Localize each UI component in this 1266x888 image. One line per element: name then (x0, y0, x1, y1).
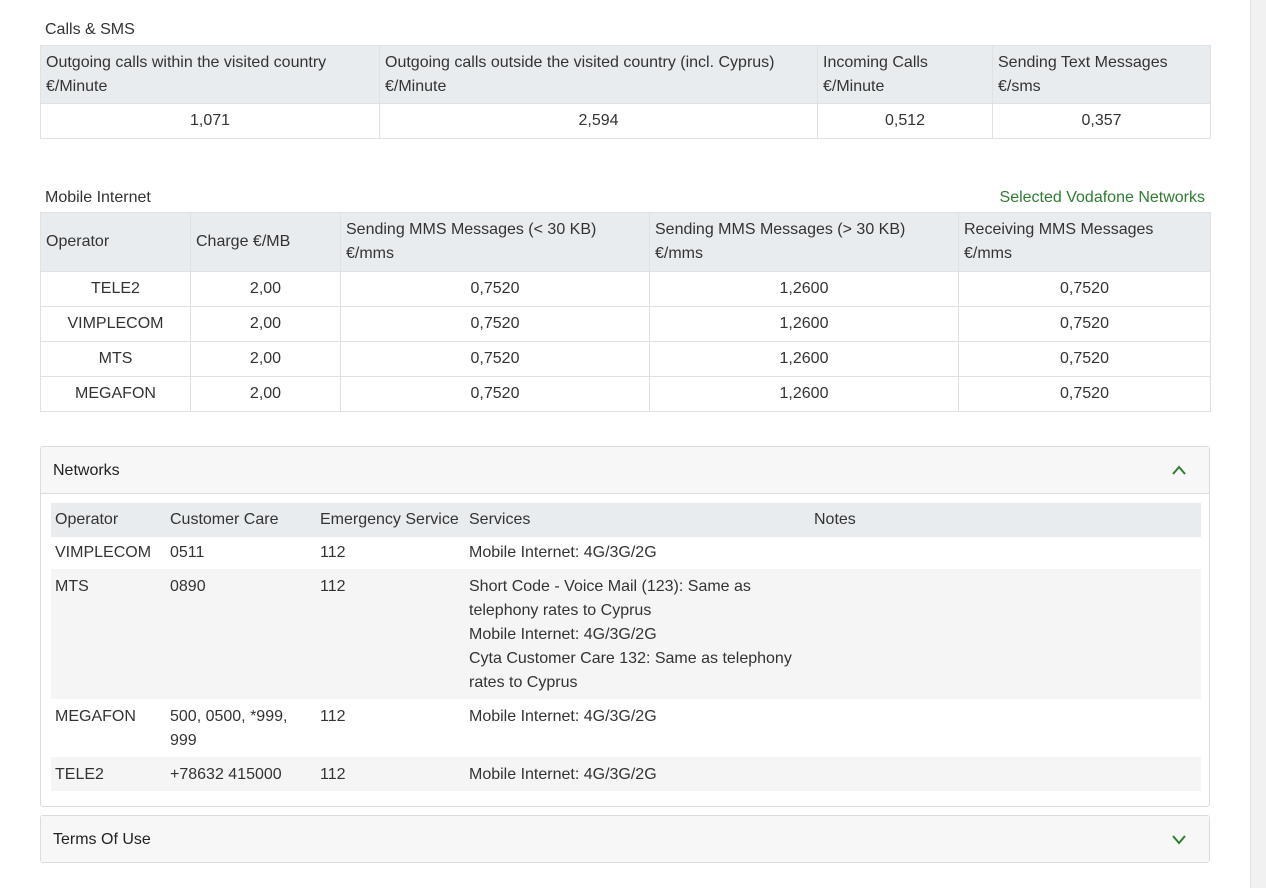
table-row: MEGAFON 2,00 0,7520 1,2600 0,7520 (40, 376, 1211, 412)
value-outgoing-outside: 2,594 (379, 103, 818, 139)
page-scrollbar[interactable] (1250, 0, 1266, 888)
selected-vodafone-networks-link[interactable]: Selected Vodafone Networks (1000, 189, 1205, 207)
table-row: TELE2 +78632 415000 112 Mobile Internet:… (51, 757, 1201, 791)
table-row: TELE2 2,00 0,7520 1,2600 0,7520 (40, 271, 1211, 307)
networks-table: Operator Customer Care Emergency Service… (51, 503, 1201, 791)
header-outgoing-within: Outgoing calls within the visited countr… (40, 45, 380, 104)
services-cell: Mobile Internet: 4G/3G/2G (465, 699, 810, 757)
header-sending-sms: Sending Text Messages €/sms (992, 45, 1211, 104)
mms-receiving-cell: 0,7520 (958, 376, 1211, 412)
header-mms-large: Sending MMS Messages (> 30 KB) €/mms (649, 212, 959, 272)
header-incoming-calls: Incoming Calls €/Minute (817, 45, 993, 104)
table-row: MEGAFON 500, 0500, *999, 999 112 Mobile … (51, 699, 1201, 757)
header-operator: Operator (51, 503, 166, 537)
customer-care-cell: 0890 (166, 569, 316, 699)
charge-cell: 2,00 (190, 306, 341, 342)
header-mms-receiving: Receiving MMS Messages €/mms (958, 212, 1211, 272)
notes-cell (810, 537, 1201, 569)
customer-care-cell: +78632 415000 (166, 757, 316, 791)
table-row: MTS 2,00 0,7520 1,2600 0,7520 (40, 341, 1211, 377)
operator-cell: MEGAFON (51, 699, 166, 757)
networks-panel-header[interactable]: Networks (41, 447, 1209, 494)
mms-receiving-cell: 0,7520 (958, 306, 1211, 342)
operator-cell: MTS (51, 569, 166, 699)
header-operator: Operator (40, 212, 191, 272)
networks-header-row: Operator Customer Care Emergency Service… (51, 503, 1201, 537)
calls-sms-values-row: 1,071 2,594 0,512 0,357 (40, 103, 1211, 139)
notes-cell (810, 757, 1201, 791)
mms-large-cell: 1,2600 (649, 341, 959, 377)
charge-cell: 2,00 (190, 341, 341, 377)
emergency-cell: 112 (316, 569, 465, 699)
terms-panel: Terms Of Use (40, 815, 1210, 863)
services-cell: Mobile Internet: 4G/3G/2G (465, 537, 810, 569)
operator-cell: MEGAFON (40, 376, 191, 412)
operator-cell: VIMPLECOM (51, 537, 166, 569)
header-services: Services (465, 503, 810, 537)
services-cell: Short Code - Voice Mail (123): Same as t… (465, 569, 810, 699)
chevron-up-icon[interactable] (1171, 463, 1187, 477)
mobile-internet-header-row: Operator Charge €/MB Sending MMS Message… (40, 212, 1211, 272)
mobile-internet-table: Operator Charge €/MB Sending MMS Message… (40, 212, 1211, 412)
mms-large-cell: 1,2600 (649, 306, 959, 342)
header-customer-care: Customer Care (166, 503, 316, 537)
table-row: MTS 0890 112 Short Code - Voice Mail (12… (51, 569, 1201, 699)
mms-small-cell: 0,7520 (340, 341, 650, 377)
terms-panel-title: Terms Of Use (53, 831, 151, 848)
mms-small-cell: 0,7520 (340, 376, 650, 412)
emergency-cell: 112 (316, 537, 465, 569)
header-charge-mb: Charge €/MB (190, 212, 341, 272)
notes-cell (810, 699, 1201, 757)
calls-sms-title: Calls & SMS (45, 21, 135, 38)
emergency-cell: 112 (316, 699, 465, 757)
notes-cell (810, 569, 1201, 699)
value-sending-sms: 0,357 (992, 103, 1211, 139)
operator-cell: VIMPLECOM (40, 306, 191, 342)
mms-small-cell: 0,7520 (340, 306, 650, 342)
networks-panel: Networks Operator Customer Care Emergenc… (40, 446, 1210, 807)
table-row: VIMPLECOM 0511 112 Mobile Internet: 4G/3… (51, 537, 1201, 569)
mms-small-cell: 0,7520 (340, 271, 650, 307)
mms-receiving-cell: 0,7520 (958, 271, 1211, 307)
operator-cell: TELE2 (40, 271, 191, 307)
customer-care-cell: 0511 (166, 537, 316, 569)
charge-cell: 2,00 (190, 271, 341, 307)
chevron-down-icon[interactable] (1171, 832, 1187, 846)
mms-large-cell: 1,2600 (649, 376, 959, 412)
operator-cell: MTS (40, 341, 191, 377)
header-outgoing-outside: Outgoing calls outside the visited count… (379, 45, 818, 104)
customer-care-cell: 500, 0500, *999, 999 (166, 699, 316, 757)
mms-receiving-cell: 0,7520 (958, 341, 1211, 377)
terms-panel-header[interactable]: Terms Of Use (41, 816, 1209, 862)
operator-cell: TELE2 (51, 757, 166, 791)
mobile-internet-title: Mobile Internet (45, 189, 151, 206)
table-row: VIMPLECOM 2,00 0,7520 1,2600 0,7520 (40, 306, 1211, 342)
charge-cell: 2,00 (190, 376, 341, 412)
mms-large-cell: 1,2600 (649, 271, 959, 307)
calls-sms-table: Outgoing calls within the visited countr… (40, 45, 1211, 139)
networks-panel-title: Networks (53, 462, 120, 479)
emergency-cell: 112 (316, 757, 465, 791)
value-incoming-calls: 0,512 (817, 103, 993, 139)
value-outgoing-within: 1,071 (40, 103, 380, 139)
services-cell: Mobile Internet: 4G/3G/2G (465, 757, 810, 791)
header-mms-small: Sending MMS Messages (< 30 KB) €/mms (340, 212, 650, 272)
header-notes: Notes (810, 503, 1201, 537)
calls-sms-header-row: Outgoing calls within the visited countr… (40, 45, 1211, 104)
header-emergency-service: Emergency Service (316, 503, 465, 537)
